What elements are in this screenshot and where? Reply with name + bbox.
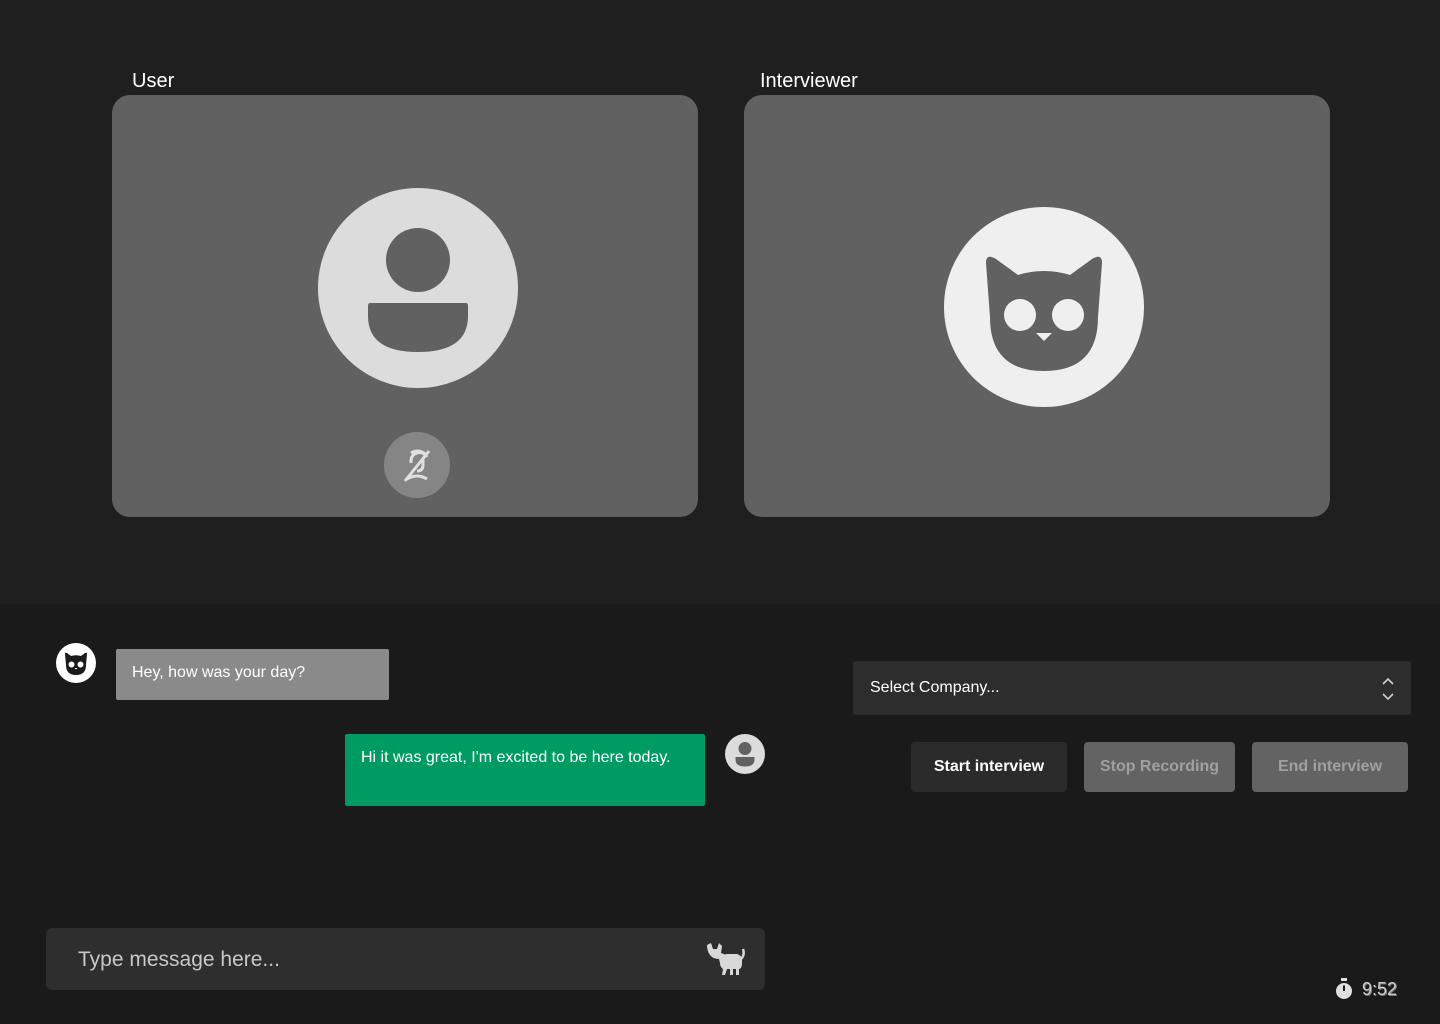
message-input[interactable] [76,928,680,992]
start-interview-button[interactable]: Start interview [911,742,1067,792]
user-chat-avatar [725,734,765,774]
cat-face-icon [944,207,1144,407]
interviewer-video-label: Interviewer [760,70,858,92]
user-video-tile [112,95,698,517]
interviewer-video-tile [744,95,1330,517]
end-interview-button[interactable]: End interview [1252,742,1408,792]
user-message-bubble: Hi it was great, I'm excited to be here … [345,734,705,806]
chevron-up-down-icon [1382,677,1394,701]
send-button[interactable] [702,938,746,980]
user-video-label: User [132,70,175,92]
cat-icon [707,943,745,975]
timer: 9:52 [1334,976,1397,1002]
user-icon [318,188,518,388]
user-icon [735,742,755,767]
cat-face-icon [65,652,87,675]
stop-recording-button[interactable]: Stop Recording [1084,742,1235,792]
message-box [46,928,765,992]
interviewer-message-bubble: Hey, how was your day? [116,649,389,700]
stopwatch-icon [1336,978,1352,999]
interview-app: User Interviewer Hey, how was your day? … [0,0,1440,1024]
company-select-value: Select Company... [870,679,1000,696]
video-section: User Interviewer [0,0,1440,604]
interviewer-chat-avatar [56,643,96,683]
microphone-off-icon[interactable] [384,432,450,498]
company-select[interactable]: Select Company... [853,661,1411,715]
timer-value: 9:52 [1362,978,1398,999]
